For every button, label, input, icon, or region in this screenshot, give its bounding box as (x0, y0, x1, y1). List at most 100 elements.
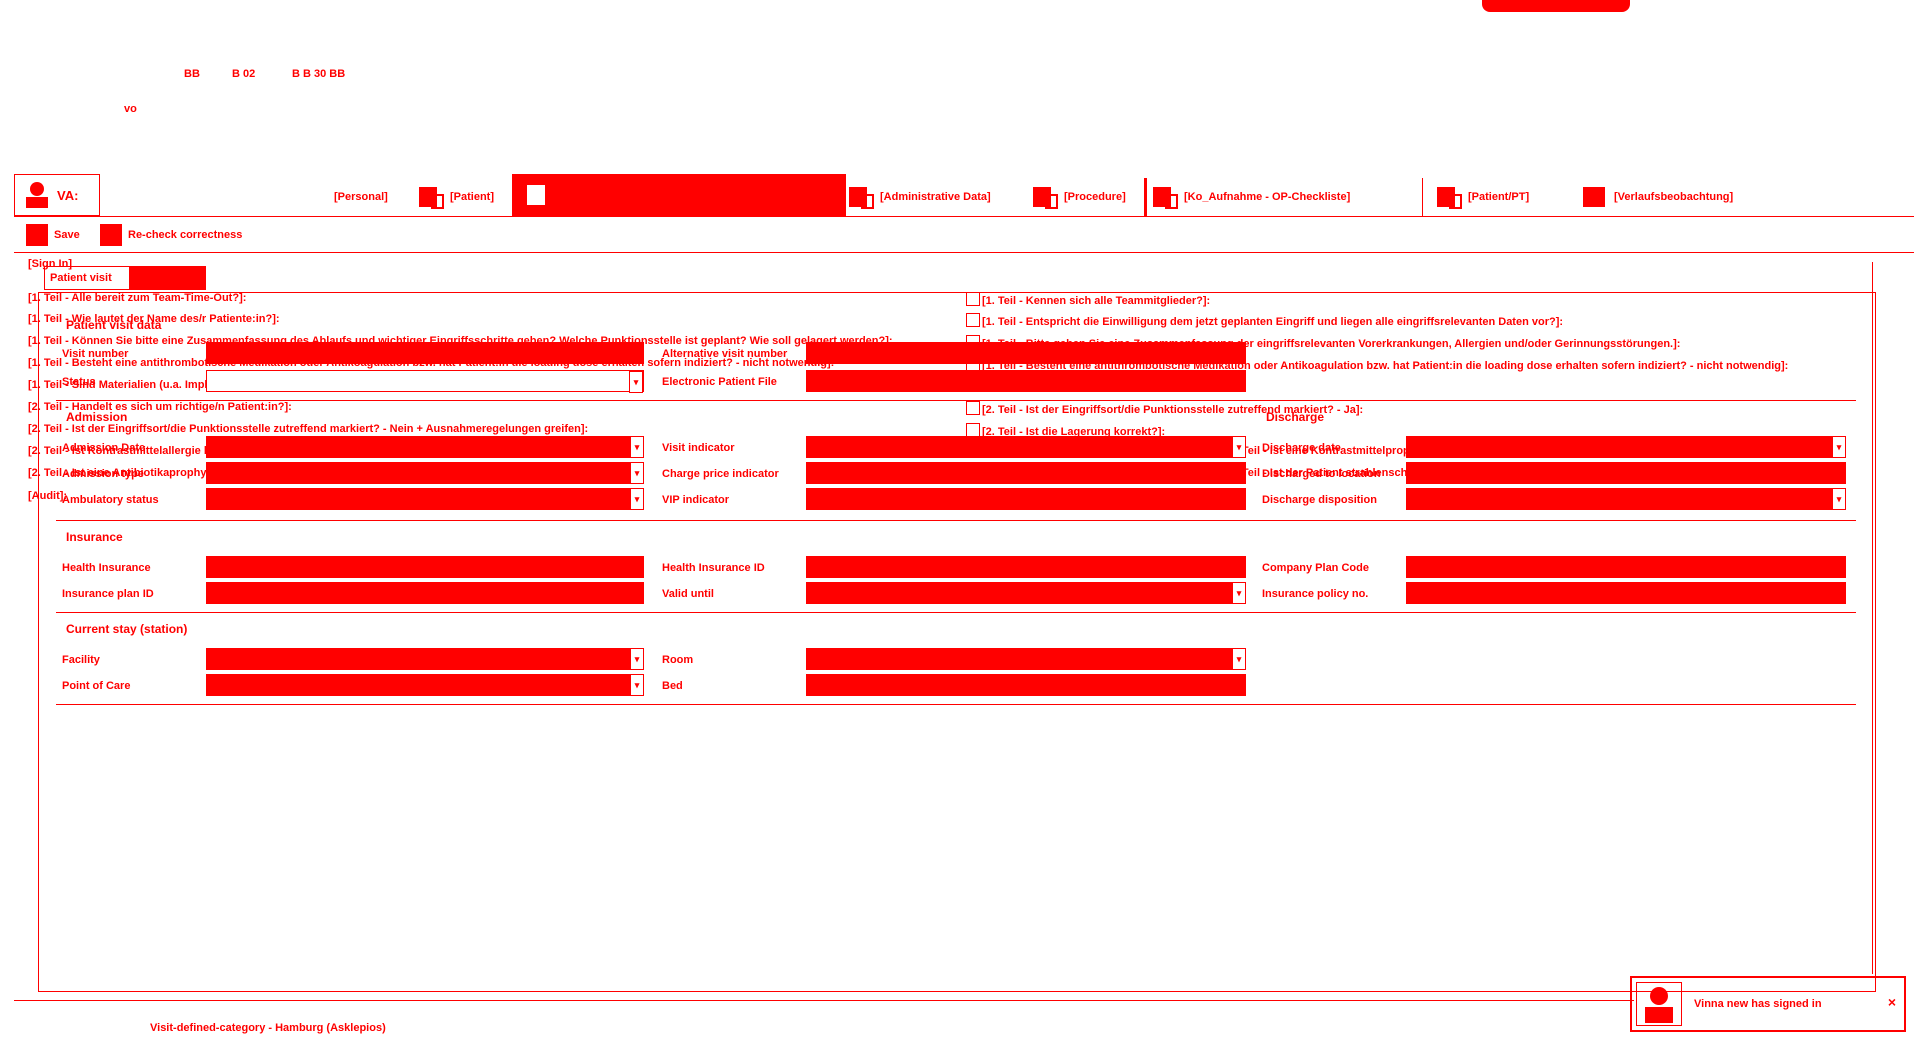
app-logo[interactable]: VA: (14, 174, 100, 216)
checklist-question: [2. Teil - Ist der Eingriffsort/die Punk… (28, 423, 589, 435)
document-icon (848, 185, 874, 209)
chevron-down-icon: ▾ (1232, 648, 1246, 670)
section-title-stay: Current stay (station) (66, 622, 188, 636)
alt-visit-number-label: Alternative visit number (662, 348, 788, 360)
document-icon (418, 185, 444, 209)
signin-toast[interactable]: Vinna new has signed in × (1630, 976, 1906, 1032)
chevron-down-icon: ▾ (629, 371, 643, 393)
visit-number-label: Visit number (62, 348, 129, 360)
discharge-disposition-select[interactable]: ▾ (1406, 488, 1846, 510)
tab-label: [Ko_Aufnahme - OP-Checkliste] (1184, 191, 1351, 203)
admission-type-label: Admission type (62, 468, 144, 480)
status-label: Status (62, 376, 96, 388)
tab-procedure[interactable]: [Procedure] (1032, 178, 1126, 216)
chevron-down-icon: ▾ (630, 462, 644, 484)
section-divider (56, 612, 1856, 613)
document-icon (1032, 185, 1058, 209)
tab-active[interactable] (512, 174, 846, 216)
visit-number-field[interactable] (206, 342, 644, 364)
ambulatory-status-select[interactable]: ▾ (206, 488, 644, 510)
checkbox[interactable] (966, 313, 980, 327)
charge-price-field[interactable] (806, 462, 1246, 484)
ambulatory-status-label: Ambulatory status (62, 494, 159, 506)
tab-patient-pt[interactable]: [Patient/PT] (1436, 178, 1529, 216)
company-plan-field[interactable] (1406, 556, 1846, 578)
tab-personal[interactable]: [Personal] (334, 178, 388, 216)
tab-op-checklist[interactable]: [Ko_Aufnahme - OP-Checkliste] (1152, 178, 1350, 216)
tab-label: [Verlaufsbeobachtung] (1614, 191, 1734, 203)
discharge-disposition-label: Discharge disposition (1262, 494, 1377, 506)
visit-indicator-field[interactable]: ▾ (806, 436, 1246, 458)
company-plan-label: Company Plan Code (1262, 562, 1369, 574)
tab-bar-underline (14, 216, 1914, 217)
policy-no-field[interactable] (1406, 582, 1846, 604)
tab-label: [Administrative Data] (880, 191, 991, 203)
close-icon[interactable]: × (1888, 994, 1896, 1010)
room-select[interactable]: ▾ (806, 648, 1246, 670)
checklist-icon (1152, 185, 1178, 209)
discharged-to-field[interactable] (1406, 462, 1846, 484)
bed-field[interactable] (806, 674, 1246, 696)
toast-text: Vinna new has signed in (1694, 998, 1822, 1010)
point-of-care-label: Point of Care (62, 680, 131, 692)
chevron-down-icon: ▾ (630, 436, 644, 458)
status-select[interactable]: ▾ (206, 370, 644, 393)
checklist-question[interactable]: [1. Teil - Entspricht die Einwilligung d… (964, 313, 1563, 328)
header-code-b: B 02 (232, 68, 256, 80)
health-insurance-id-label: Health Insurance ID (662, 562, 765, 574)
checklist-question[interactable]: [1. Teil - Kennen sich alle Teammitglied… (964, 292, 1210, 307)
checkbox[interactable] (966, 423, 980, 437)
policy-no-label: Insurance policy no. (1262, 588, 1369, 600)
charge-price-label: Charge price indicator (662, 468, 779, 480)
tab-administrative-data[interactable]: [Administrative Data] (848, 178, 991, 216)
admission-date-label: Admission Date (62, 442, 146, 454)
panel-scrollbar[interactable] (1872, 262, 1873, 974)
checkbox[interactable] (966, 401, 980, 415)
header-code-a: BB (184, 68, 200, 80)
facility-label: Facility (62, 654, 100, 666)
point-of-care-select[interactable]: ▾ (206, 674, 644, 696)
valid-until-field[interactable]: ▾ (806, 582, 1246, 604)
vip-indicator-label: VIP indicator (662, 494, 730, 506)
health-insurance-id-field[interactable] (806, 556, 1246, 578)
epa-field[interactable] (806, 370, 1246, 392)
document-icon (1436, 185, 1462, 209)
tab-divider (1422, 178, 1423, 216)
header-code-d: vo (124, 103, 137, 115)
tab-patient[interactable]: [Patient] (418, 178, 494, 216)
chevron-down-icon: ▾ (1832, 436, 1846, 458)
recheck-button[interactable]: Re-check correctness (100, 224, 242, 246)
section-title-insurance: Insurance (66, 530, 123, 544)
alt-visit-number-field[interactable] (806, 342, 1246, 364)
tab-label: [Patient/PT] (1468, 191, 1530, 203)
chevron-down-icon: ▾ (1832, 488, 1846, 510)
health-insurance-label: Health Insurance (62, 562, 151, 574)
tab-label: [Personal] (334, 191, 388, 203)
panel-tab-secondary[interactable] (130, 266, 206, 290)
vip-indicator-field[interactable] (806, 488, 1246, 510)
question-text: [1. Teil - Entspricht die Einwilligung d… (982, 316, 1564, 328)
tab-verlauf[interactable]: [Verlaufsbeobachtung] (1582, 178, 1733, 216)
chevron-down-icon: ▾ (630, 648, 644, 670)
plan-id-field[interactable] (206, 582, 644, 604)
chevron-down-icon: ▾ (630, 674, 644, 696)
visit-indicator-label: Visit indicator (662, 442, 735, 454)
admission-date-field[interactable]: ▾ (206, 436, 644, 458)
section-divider (56, 704, 1856, 705)
save-button[interactable]: Save (26, 224, 80, 246)
bed-label: Bed (662, 680, 683, 692)
health-insurance-field[interactable] (206, 556, 644, 578)
checkbox[interactable] (966, 292, 980, 306)
save-icon (26, 224, 48, 246)
section-title-discharge: Discharge (1266, 410, 1325, 424)
discharge-date-field[interactable]: ▾ (1406, 436, 1846, 458)
chevron-down-icon: ▾ (1232, 436, 1246, 458)
statusbar-divider (14, 1000, 1634, 1001)
document-icon (526, 183, 552, 207)
facility-select[interactable]: ▾ (206, 648, 644, 670)
admission-type-select[interactable]: ▾ (206, 462, 644, 484)
logo-label: VA: (57, 187, 79, 203)
discharged-to-label: Discharged to location (1262, 468, 1381, 480)
recheck-label: Re-check correctness (128, 229, 243, 241)
valid-until-label: Valid until (662, 588, 714, 600)
